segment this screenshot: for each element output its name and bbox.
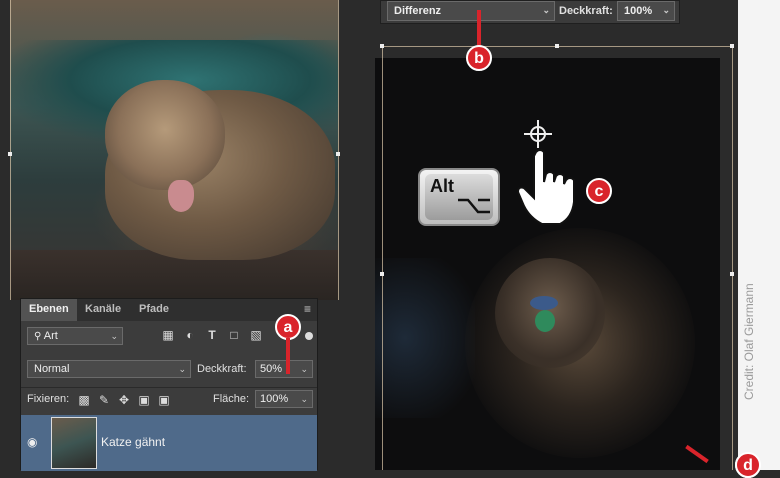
blend-mode-select[interactable]: Differenz ⌄ (387, 1, 555, 21)
lock-all-icon[interactable]: ▣ (157, 393, 171, 407)
blend-options-bar: Differenz ⌄ Deckkraft: 100% ⌄ (380, 0, 680, 24)
blend-mode-value: Differenz (394, 5, 442, 17)
alt-key: Alt (418, 168, 500, 226)
adjustment-filter-icon[interactable]: ◐ (183, 328, 197, 342)
transform-edge-left (10, 0, 11, 300)
transform-handle[interactable] (730, 272, 734, 276)
opacity-label: Deckkraft: (559, 5, 613, 17)
lock-move-icon[interactable]: ✥ (117, 393, 131, 407)
transform-handle[interactable] (380, 272, 384, 276)
crosshair-icon (524, 120, 552, 148)
callout-a-pointer (286, 338, 290, 374)
lock-transparent-icon[interactable]: ▩ (77, 393, 91, 407)
transform-edge-right (732, 46, 733, 470)
lock-label: Fixieren: (27, 393, 70, 405)
transform-handle[interactable] (730, 44, 734, 48)
cat-head (105, 80, 225, 190)
transform-handle[interactable] (380, 44, 384, 48)
callout-b-pointer (477, 10, 481, 46)
lock-brush-icon[interactable]: ✎ (97, 393, 111, 407)
layer-opacity-field[interactable]: 50% ⌄ (255, 360, 313, 378)
image-filter-icon[interactable]: ▦ (161, 328, 175, 342)
filter-toggle-icon[interactable] (305, 332, 313, 340)
hand-cursor-icon (516, 149, 575, 225)
fill-value: 100% (260, 393, 289, 405)
source-image-canvas (10, 0, 338, 300)
chevron-down-icon: ⌄ (542, 5, 550, 15)
option-key-symbol-icon (458, 198, 490, 214)
transform-edge-right (338, 0, 339, 300)
layer-blend-mode-value: Normal (34, 363, 70, 375)
layer-filter-value: Art (43, 330, 58, 342)
cat-nose-difference (530, 296, 558, 310)
layer-blend-row: Normal ⌄ Deckkraft: 50% ⌄ (21, 359, 317, 381)
transform-edge-left (382, 46, 383, 470)
layer-blend-mode-select[interactable]: Normal ⌄ (27, 360, 191, 378)
layer-name: Katze gähnt (101, 435, 166, 449)
panel-menu-icon[interactable]: ≡ (304, 302, 311, 316)
cat-mouth (168, 180, 194, 212)
layers-panel-tabbar: Ebenen Kanäle Pfade ≡ (21, 299, 317, 321)
layer-opacity-value: 50% (260, 363, 283, 375)
callout-c: c (586, 178, 612, 204)
opacity-field[interactable]: 100% ⌄ (617, 1, 675, 21)
callout-b: b (466, 45, 492, 71)
blue-shadow (375, 258, 475, 418)
transform-handle[interactable] (336, 152, 340, 156)
chevron-down-icon: ⌄ (300, 364, 308, 374)
cat-mouth-difference (535, 310, 555, 332)
layers-filter-row: ⚲ Art ⌄ ▦ ◐ T □ ▧ (21, 323, 317, 349)
fill-label: Fläche: (213, 393, 250, 405)
callout-d-front: d (735, 452, 761, 478)
transform-handle[interactable] (8, 152, 12, 156)
tab-ebenen[interactable]: Ebenen (21, 299, 77, 321)
chevron-down-icon: ⌄ (178, 364, 186, 374)
layer-lock-row: Fixieren: ▩ ✎ ✥ ▣ ▣ Fläche: 100% ⌄ (21, 387, 317, 410)
tab-pfade[interactable]: Pfade (131, 299, 177, 321)
shape-filter-icon[interactable]: □ (227, 328, 241, 342)
lock-artboard-icon[interactable]: ▣ (137, 393, 151, 407)
chevron-down-icon: ⌄ (110, 331, 118, 341)
alt-key-label: Alt (430, 176, 454, 196)
eye-icon[interactable]: ◉ (27, 435, 37, 449)
layer-opacity-label: Deckkraft: (197, 363, 247, 375)
opacity-value: 100% (624, 5, 653, 17)
chevron-down-icon: ⌄ (300, 394, 308, 404)
chevron-down-icon: ⌄ (662, 5, 670, 15)
callout-a: a (275, 314, 301, 340)
fill-field[interactable]: 100% ⌄ (255, 390, 313, 408)
layer-thumbnail (51, 417, 97, 469)
layer-filter-select[interactable]: ⚲ Art ⌄ (27, 327, 123, 345)
credit-text: Credit: Olaf Giermann (742, 283, 756, 400)
type-filter-icon[interactable]: T (205, 328, 219, 342)
transform-handle[interactable] (555, 44, 559, 48)
search-icon: ⚲ (34, 331, 42, 342)
layer-row[interactable]: ◉ Katze gähnt (21, 415, 317, 471)
layers-panel: Ebenen Kanäle Pfade ≡ ⚲ Art ⌄ ▦ ◐ T □ ▧ … (20, 298, 318, 471)
smartobject-filter-icon[interactable]: ▧ (249, 328, 263, 342)
tab-kanaele[interactable]: Kanäle (77, 299, 129, 321)
